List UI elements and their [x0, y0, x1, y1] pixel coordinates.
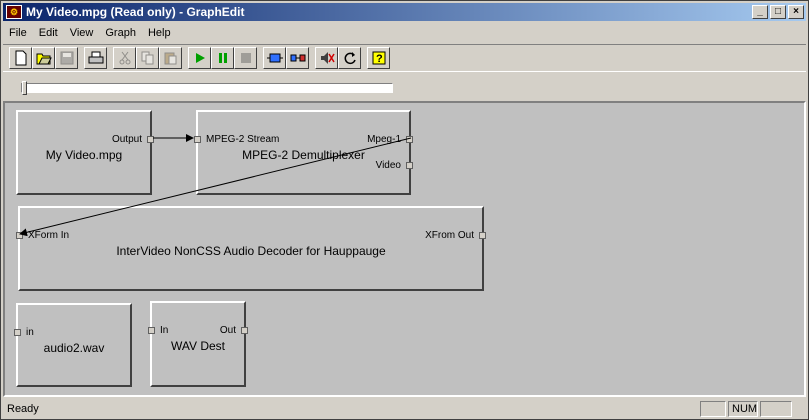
paste-button[interactable]	[159, 47, 182, 69]
cut-button[interactable]	[113, 47, 136, 69]
status-pane-caps	[700, 400, 726, 417]
menu-edit[interactable]: Edit	[33, 27, 64, 39]
copy-button[interactable]	[136, 47, 159, 69]
pin-label: XFrom Out	[425, 230, 474, 241]
status-pane-num: NUM	[728, 400, 758, 417]
mute-icon	[320, 52, 335, 64]
graphedit-window: ⚙ My Video.mpg (Read only) - GraphEdit _…	[0, 0, 809, 420]
pin-label: Output	[111, 134, 142, 145]
pin-label: in	[26, 327, 34, 338]
copy-icon	[141, 51, 153, 65]
stop-icon	[240, 53, 251, 63]
pin-label: MPEG-2 Stream	[206, 134, 280, 145]
filter-decoder[interactable]: InterVideo NonCSS Audio Decoder for Haup…	[16, 206, 486, 291]
pin-video[interactable]: Video	[375, 160, 413, 171]
close-button[interactable]: ×	[788, 5, 804, 19]
status-text: Ready	[7, 402, 39, 415]
filter-wav-file[interactable]: audio2.wav in	[14, 303, 132, 387]
pause-icon	[218, 53, 227, 63]
pin-in[interactable]: In	[148, 325, 169, 336]
minimize-button[interactable]: _	[752, 5, 768, 19]
filter-name: InterVideo NonCSS Audio Decoder for Haup…	[116, 244, 386, 258]
menu-graph[interactable]: Graph	[99, 27, 142, 39]
pin-output[interactable]: Output	[111, 134, 154, 145]
graphedit-icon: ⚙	[6, 5, 22, 19]
filter-name: WAV Dest	[170, 339, 225, 353]
svg-text:?: ?	[376, 53, 383, 65]
title-bar[interactable]: ⚙ My Video.mpg (Read only) - GraphEdit _…	[3, 3, 806, 21]
graph-canvas[interactable]: My Video.mpg Output MPEG-2 Demultiplexer…	[3, 101, 806, 397]
refresh-icon	[344, 52, 356, 65]
insert-filter-icon	[266, 53, 283, 63]
seek-track[interactable]	[21, 83, 393, 93]
filter-name: audio2.wav	[43, 341, 105, 355]
stop-button[interactable]	[234, 47, 257, 69]
pin-xform-in[interactable]: XForm In	[16, 230, 70, 241]
filter-source[interactable]: My Video.mpg Output	[16, 110, 154, 195]
status-bar: Ready NUM	[3, 399, 806, 418]
filter-wav-dest[interactable]: WAV Dest In Out	[148, 301, 248, 387]
menu-view[interactable]: View	[64, 27, 100, 39]
pin-label: In	[160, 325, 169, 336]
filter-name: My Video.mpg	[45, 148, 123, 162]
toolbar: ?	[3, 44, 806, 72]
connect-button[interactable]	[286, 47, 309, 69]
play-button[interactable]	[188, 47, 211, 69]
save-button[interactable]	[55, 47, 78, 69]
mute-button[interactable]	[315, 47, 338, 69]
new-icon	[15, 50, 26, 66]
menu-help[interactable]: Help	[142, 27, 177, 39]
insert-filter-button[interactable]	[263, 47, 286, 69]
cut-icon	[119, 51, 130, 65]
save-icon	[60, 51, 73, 65]
pin-mpeg1[interactable]: Mpeg-1	[367, 134, 413, 145]
open-icon	[36, 53, 52, 65]
pin-label: Out	[219, 325, 236, 336]
menu-bar: File Edit View Graph Help	[3, 23, 177, 42]
help-icon: ?	[372, 51, 385, 65]
pin-label: Mpeg-1	[367, 134, 401, 145]
seek-thumb[interactable]	[22, 81, 27, 95]
new-button[interactable]	[9, 47, 32, 69]
pause-button[interactable]	[211, 47, 234, 69]
pin-xfrom-out[interactable]: XFrom Out	[425, 230, 486, 241]
filter-demux[interactable]: MPEG-2 Demultiplexer MPEG-2 Stream Mpeg-…	[194, 110, 413, 195]
help-button[interactable]: ?	[367, 47, 390, 69]
pin-mpeg2-stream[interactable]: MPEG-2 Stream	[194, 134, 280, 145]
menu-file[interactable]: File	[3, 27, 33, 39]
pin-out[interactable]: Out	[219, 325, 248, 336]
print-icon	[88, 51, 103, 64]
play-icon	[195, 53, 205, 63]
pin-label: XForm In	[28, 230, 70, 241]
maximize-button[interactable]: □	[770, 5, 786, 19]
connect-icon	[290, 54, 305, 62]
open-button[interactable]	[32, 47, 55, 69]
refresh-button[interactable]	[338, 47, 361, 69]
pin-label: Video	[375, 160, 401, 171]
status-pane-scroll	[760, 400, 792, 417]
print-button[interactable]	[84, 47, 107, 69]
seekbar-row	[3, 76, 806, 100]
pin-in[interactable]: in	[14, 327, 34, 338]
paste-icon	[164, 52, 176, 65]
window-title: My Video.mpg (Read only) - GraphEdit	[26, 5, 245, 19]
